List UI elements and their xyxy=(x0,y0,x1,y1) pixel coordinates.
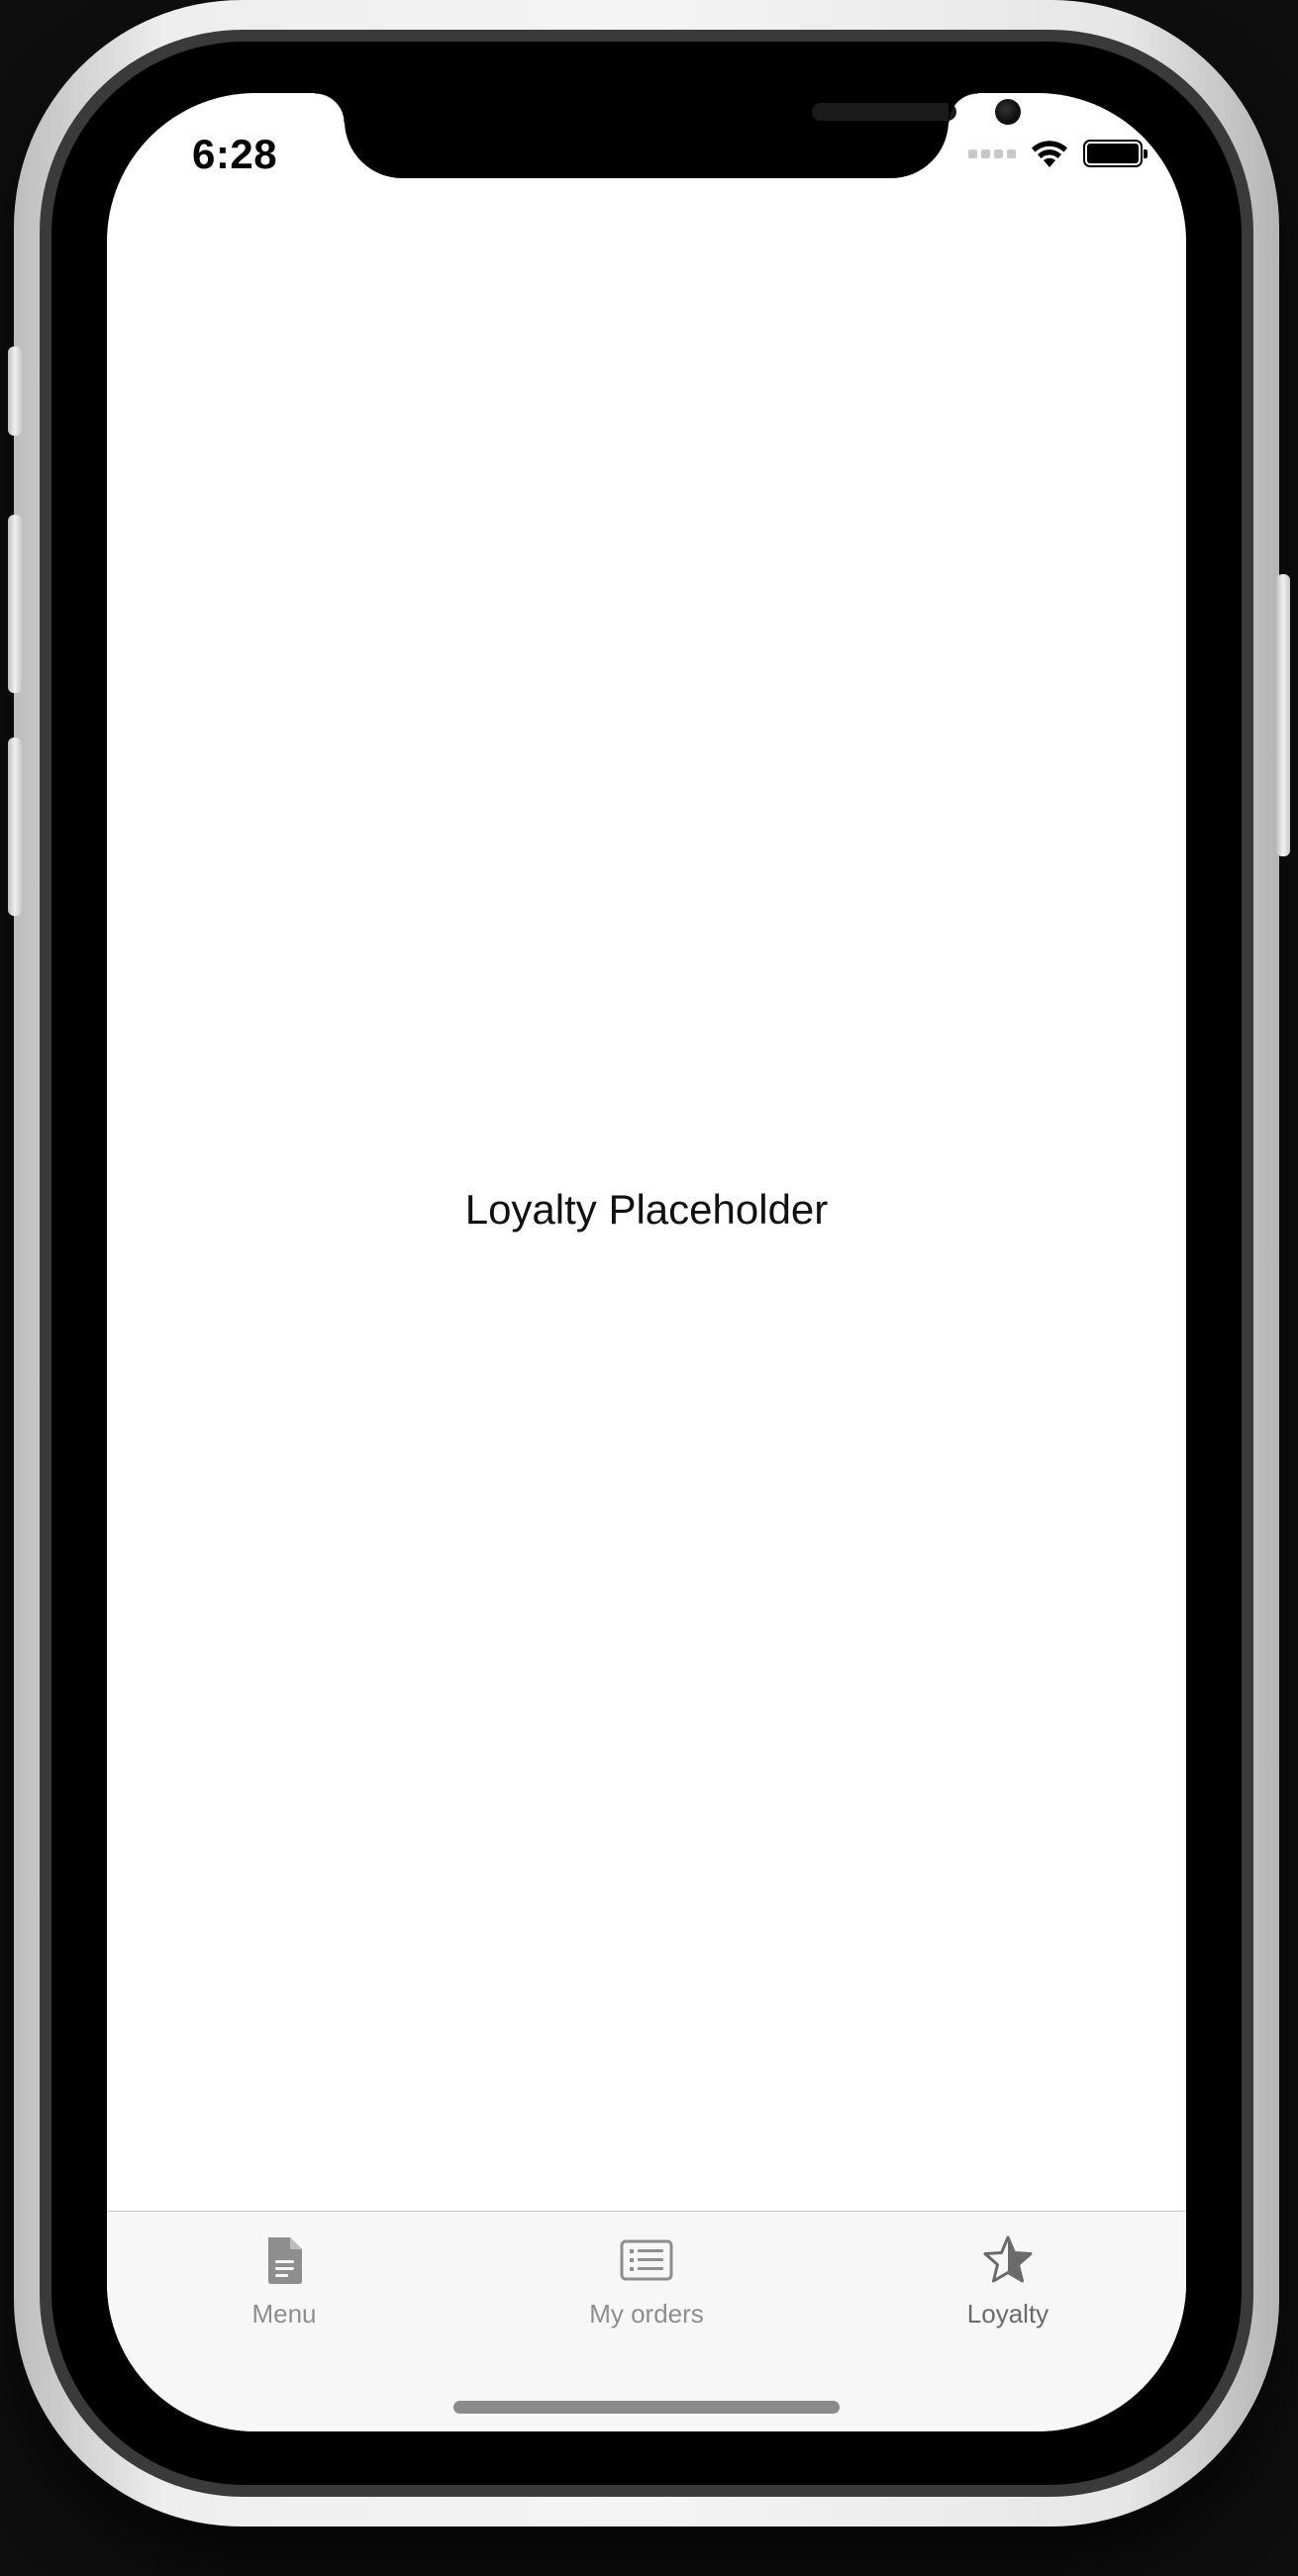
home-indicator[interactable] xyxy=(453,2401,840,2414)
earpiece-speaker xyxy=(812,103,956,121)
status-icons xyxy=(968,137,1148,170)
tab-bar: Menu My orders Loyalty xyxy=(107,2211,1186,2431)
tab-menu-label: Menu xyxy=(251,2299,317,2328)
list-icon xyxy=(620,2239,673,2281)
app-screen: 6:28 Loyalty Placeholder Menu My orders … xyxy=(107,93,1186,2431)
tab-loyalty[interactable]: Loyalty xyxy=(879,2233,1137,2342)
silent-switch xyxy=(8,347,22,436)
status-time: 6:28 xyxy=(192,131,278,177)
power-button xyxy=(1276,574,1290,856)
battery-icon xyxy=(1083,140,1148,167)
tab-menu[interactable]: Menu xyxy=(155,2233,413,2342)
volume-down-button xyxy=(8,738,22,916)
front-camera xyxy=(995,99,1021,125)
tab-my-orders-label: My orders xyxy=(589,2299,704,2328)
cellular-signal-icon xyxy=(968,149,1016,158)
wifi-icon xyxy=(1032,141,1067,167)
volume-up-button xyxy=(8,515,22,693)
tab-loyalty-label: Loyalty xyxy=(966,2299,1049,2328)
notch xyxy=(315,93,1021,178)
device-stage: 6:28 Loyalty Placeholder Menu My orders … xyxy=(0,0,1298,2576)
loyalty-placeholder-text: Loyalty Placeholder xyxy=(464,1186,829,1233)
star-icon xyxy=(983,2235,1033,2283)
tab-my-orders[interactable]: My orders xyxy=(518,2233,775,2342)
document-icon xyxy=(268,2237,302,2284)
